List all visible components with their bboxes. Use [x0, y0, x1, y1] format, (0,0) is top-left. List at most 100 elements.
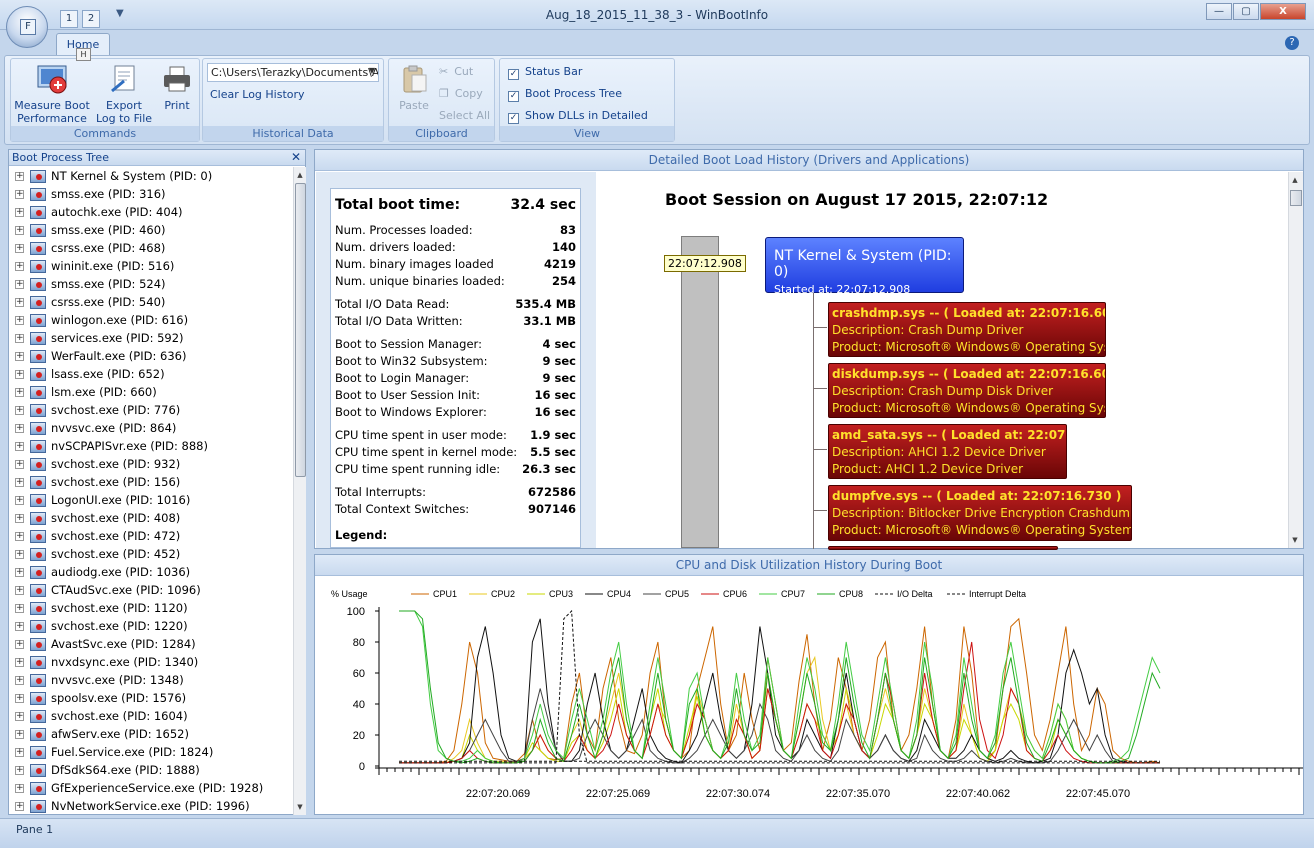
tree-item[interactable]: + winlogon.exe (PID: 616)	[9, 311, 293, 329]
expand-icon[interactable]: +	[15, 712, 24, 721]
status-bar-checkbox[interactable]: ✓	[508, 69, 519, 80]
cut-button[interactable]: ✂ Cut	[439, 65, 473, 78]
scroll-up-icon[interactable]: ▲	[294, 169, 306, 181]
expand-icon[interactable]: +	[15, 244, 24, 253]
status-bar-toggle[interactable]: ✓ Status Bar	[508, 65, 582, 80]
expand-icon[interactable]: +	[15, 568, 24, 577]
expand-icon[interactable]: +	[15, 802, 24, 811]
tree-item[interactable]: + lsm.exe (PID: 660)	[9, 383, 293, 401]
expand-icon[interactable]: +	[15, 694, 24, 703]
tree-item[interactable]: + svchost.exe (PID: 472)	[9, 527, 293, 545]
tree-item[interactable]: + smss.exe (PID: 316)	[9, 185, 293, 203]
expand-icon[interactable]: +	[15, 280, 24, 289]
root-process-node[interactable]: NT Kernel & System (PID: 0) Started at: …	[765, 237, 964, 296]
expand-icon[interactable]: +	[15, 604, 24, 613]
expand-icon[interactable]: +	[15, 388, 24, 397]
expand-icon[interactable]: +	[15, 298, 24, 307]
tree-scroll-thumb[interactable]	[295, 183, 306, 477]
tree-item[interactable]: + svchost.exe (PID: 1120)	[9, 599, 293, 617]
tree-item[interactable]: + afwServ.exe (PID: 1652)	[9, 725, 293, 743]
tree-item[interactable]: + services.exe (PID: 592)	[9, 329, 293, 347]
expand-icon[interactable]: +	[15, 496, 24, 505]
expand-icon[interactable]: +	[15, 622, 24, 631]
expand-icon[interactable]: +	[15, 748, 24, 757]
detail-scrollbar[interactable]: ▲ ▼	[1288, 172, 1303, 548]
tree-item[interactable]: + csrss.exe (PID: 540)	[9, 293, 293, 311]
tree-item[interactable]: + AvastSvc.exe (PID: 1284)	[9, 635, 293, 653]
print-button[interactable]: Print	[157, 63, 197, 112]
expand-icon[interactable]: +	[15, 352, 24, 361]
expand-icon[interactable]: +	[15, 766, 24, 775]
tree-item[interactable]: + Fuel.Service.exe (PID: 1824)	[9, 743, 293, 761]
help-icon[interactable]: ?	[1285, 36, 1299, 50]
export-log-button[interactable]: Export Log to File	[93, 63, 155, 125]
expand-icon[interactable]: +	[15, 370, 24, 379]
expand-icon[interactable]: +	[15, 424, 24, 433]
tree-item[interactable]: + nvSCPAPISvr.exe (PID: 888)	[9, 437, 293, 455]
tree-item[interactable]: + audiodg.exe (PID: 1036)	[9, 563, 293, 581]
quick-access-key-1[interactable]: 1	[60, 10, 78, 28]
tree-item[interactable]: + NvNetworkService.exe (PID: 1996)	[9, 797, 293, 815]
close-pane-icon[interactable]: ✕	[291, 150, 301, 165]
expand-icon[interactable]: +	[15, 460, 24, 469]
tree-item[interactable]: + csrss.exe (PID: 468)	[9, 239, 293, 257]
boot-process-tree-toggle[interactable]: ✓ Boot Process Tree	[508, 87, 622, 102]
expand-icon[interactable]: +	[15, 442, 24, 451]
driver-node[interactable]: dumpfve.sys -- ( Loaded at: 22:07:16.730…	[828, 485, 1132, 541]
expand-icon[interactable]: +	[15, 208, 24, 217]
driver-node[interactable]: crashdmp.sys -- ( Loaded at: 22:07:16.60…	[828, 302, 1106, 357]
clear-log-history-button[interactable]: Clear Log History	[210, 88, 305, 101]
expand-icon[interactable]: +	[15, 658, 24, 667]
tree-item[interactable]: + WerFault.exe (PID: 636)	[9, 347, 293, 365]
tree-item[interactable]: + smss.exe (PID: 460)	[9, 221, 293, 239]
quick-access-more-icon[interactable]: ▼	[116, 8, 124, 19]
tree-item[interactable]: + spoolsv.exe (PID: 1576)	[9, 689, 293, 707]
detail-scroll-thumb[interactable]	[1290, 190, 1302, 206]
driver-node[interactable]: amd_sata.sys -- ( Loaded at: 22:07:16.71…	[828, 424, 1067, 479]
tree-item[interactable]: + NT Kernel & System (PID: 0)	[9, 167, 293, 185]
boot-process-tree-checkbox[interactable]: ✓	[508, 91, 519, 102]
tree-item[interactable]: + svchost.exe (PID: 1220)	[9, 617, 293, 635]
tree-item[interactable]: + nvvsvc.exe (PID: 1348)	[9, 671, 293, 689]
expand-icon[interactable]: +	[15, 784, 24, 793]
close-button[interactable]: X	[1260, 3, 1306, 20]
expand-icon[interactable]: +	[15, 262, 24, 271]
tree-item[interactable]: + DfSdkS64.exe (PID: 1888)	[9, 761, 293, 779]
expand-icon[interactable]: +	[15, 514, 24, 523]
tree-item[interactable]: + LogonUI.exe (PID: 1016)	[9, 491, 293, 509]
expand-icon[interactable]: +	[15, 586, 24, 595]
tree-item[interactable]: + svchost.exe (PID: 1604)	[9, 707, 293, 725]
expand-icon[interactable]: +	[15, 406, 24, 415]
tree-item[interactable]: + smss.exe (PID: 524)	[9, 275, 293, 293]
expand-icon[interactable]: +	[15, 640, 24, 649]
expand-icon[interactable]: +	[15, 676, 24, 685]
paste-button[interactable]: Paste	[393, 63, 435, 112]
tree-item[interactable]: + nvvsvc.exe (PID: 864)	[9, 419, 293, 437]
quick-access-key-2[interactable]: 2	[82, 10, 100, 28]
select-all-button[interactable]: Select All	[439, 109, 490, 122]
tree-item[interactable]: + svchost.exe (PID: 156)	[9, 473, 293, 491]
minimize-button[interactable]: —	[1206, 3, 1232, 20]
tree-item[interactable]: + wininit.exe (PID: 516)	[9, 257, 293, 275]
tree-item[interactable]: + svchost.exe (PID: 932)	[9, 455, 293, 473]
tree-item[interactable]: + nvxdsync.exe (PID: 1340)	[9, 653, 293, 671]
scroll-down-icon[interactable]: ▼	[294, 801, 306, 813]
detail-scroll-down-icon[interactable]: ▼	[1289, 534, 1301, 546]
detail-scroll-up-icon[interactable]: ▲	[1289, 174, 1301, 186]
expand-icon[interactable]: +	[15, 730, 24, 739]
expand-icon[interactable]: +	[15, 316, 24, 325]
expand-icon[interactable]: +	[15, 478, 24, 487]
expand-icon[interactable]: +	[15, 190, 24, 199]
tree-item[interactable]: + autochk.exe (PID: 404)	[9, 203, 293, 221]
tree-scrollbar[interactable]: ▲ ▼	[293, 167, 306, 815]
expand-icon[interactable]: +	[15, 532, 24, 541]
maximize-button[interactable]: ▢	[1233, 3, 1259, 20]
expand-icon[interactable]: +	[15, 172, 24, 181]
log-path-combobox[interactable]: C:\Users\Terazky\Documents\A ▼	[207, 63, 379, 82]
expand-icon[interactable]: +	[15, 334, 24, 343]
copy-button[interactable]: ❐ Copy	[439, 87, 483, 100]
measure-boot-button[interactable]: Measure Boot Performance	[13, 63, 91, 125]
application-menu-button[interactable]: F	[6, 6, 48, 48]
tree-item[interactable]: + CTAudSvc.exe (PID: 1096)	[9, 581, 293, 599]
driver-node[interactable]: diskdump.sys -- ( Loaded at: 22:07:16.60…	[828, 363, 1106, 418]
